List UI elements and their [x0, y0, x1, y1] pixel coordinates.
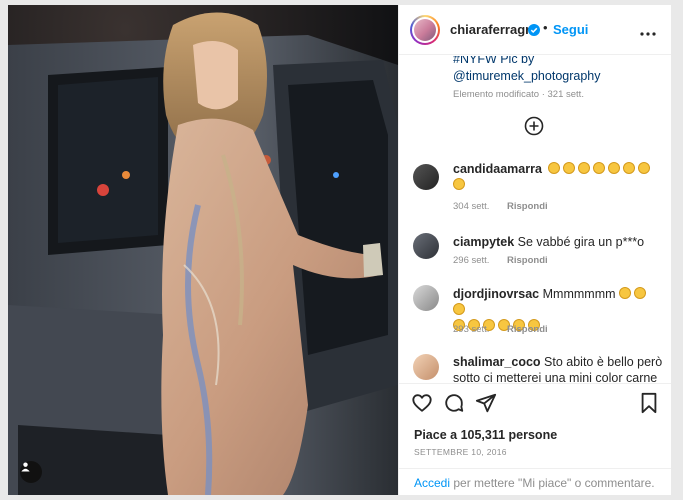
caption-hashtag[interactable]: #NYFW Pic by: [453, 56, 534, 66]
author-username[interactable]: chiaraferragni: [450, 22, 537, 37]
commenter-avatar[interactable]: [413, 354, 439, 380]
reply-button[interactable]: Rispondi: [507, 255, 548, 266]
likes-count[interactable]: Piace a 105,311 persone: [414, 428, 557, 442]
caption-mention[interactable]: @timuremek_photography: [453, 69, 601, 83]
comment-username[interactable]: candidaamarra: [453, 162, 542, 176]
comment-username[interactable]: shalimar_coco: [453, 355, 541, 369]
comment-time: 296 sett.: [453, 255, 490, 266]
comment-username[interactable]: djordjinovrsac: [453, 287, 539, 301]
header-separator: •: [543, 20, 548, 35]
reply-button[interactable]: Rispondi: [507, 201, 548, 212]
commenter-avatar[interactable]: [413, 164, 439, 190]
login-link[interactable]: Accedi: [414, 476, 450, 490]
author-avatar[interactable]: [410, 15, 440, 45]
reply-button[interactable]: Rispondi: [507, 324, 548, 335]
comment-username[interactable]: ciampytek: [453, 235, 514, 249]
comment-time: 304 sett.: [453, 201, 490, 212]
bookmark-icon[interactable]: [639, 392, 659, 419]
post-side-panel: chiaraferragni • Segui #NYFW Pic by @tim…: [398, 5, 671, 495]
post-date: SETTEMBRE 10, 2016: [414, 447, 507, 457]
verified-badge-icon: [528, 23, 540, 41]
more-options-icon[interactable]: [640, 23, 656, 41]
caption-meta: Elemento modificato · 321 sett.: [453, 89, 584, 100]
comment-time: 293 sett.: [453, 324, 490, 335]
commenter-avatar[interactable]: [413, 233, 439, 259]
post-header: chiaraferragni • Segui: [399, 5, 671, 55]
post-modal: chiaraferragni • Segui #NYFW Pic by @tim…: [8, 5, 671, 495]
comments-list[interactable]: #NYFW Pic by @timuremek_photography Elem…: [399, 56, 671, 383]
login-prompt-text: per mettere "Mi piace" o commentare.: [450, 476, 655, 490]
post-actions: Piace a 105,311 persone SETTEMBRE 10, 20…: [399, 383, 671, 493]
photo-illustration: [8, 5, 398, 495]
comment: ciampytek Se vabbé gira un p***o: [453, 234, 663, 250]
heart-icon[interactable]: [411, 392, 433, 419]
comment-icon[interactable]: [443, 392, 465, 419]
commenter-avatar[interactable]: [413, 285, 439, 311]
follow-button[interactable]: Segui: [553, 22, 588, 37]
login-prompt: Accedi per mettere "Mi piace" o commenta…: [399, 468, 671, 494]
post-photo[interactable]: [8, 5, 398, 495]
load-more-icon[interactable]: [524, 116, 544, 141]
tag-user-icon[interactable]: [20, 461, 42, 483]
comment: shalimar_coco Sto abito è bello però sot…: [453, 354, 663, 383]
comment: candidaamarra: [453, 161, 663, 193]
comment-text: Mmmmmmm: [542, 287, 616, 301]
comment-text: Se vabbé gira un p***o: [517, 235, 645, 249]
share-icon[interactable]: [475, 392, 497, 419]
